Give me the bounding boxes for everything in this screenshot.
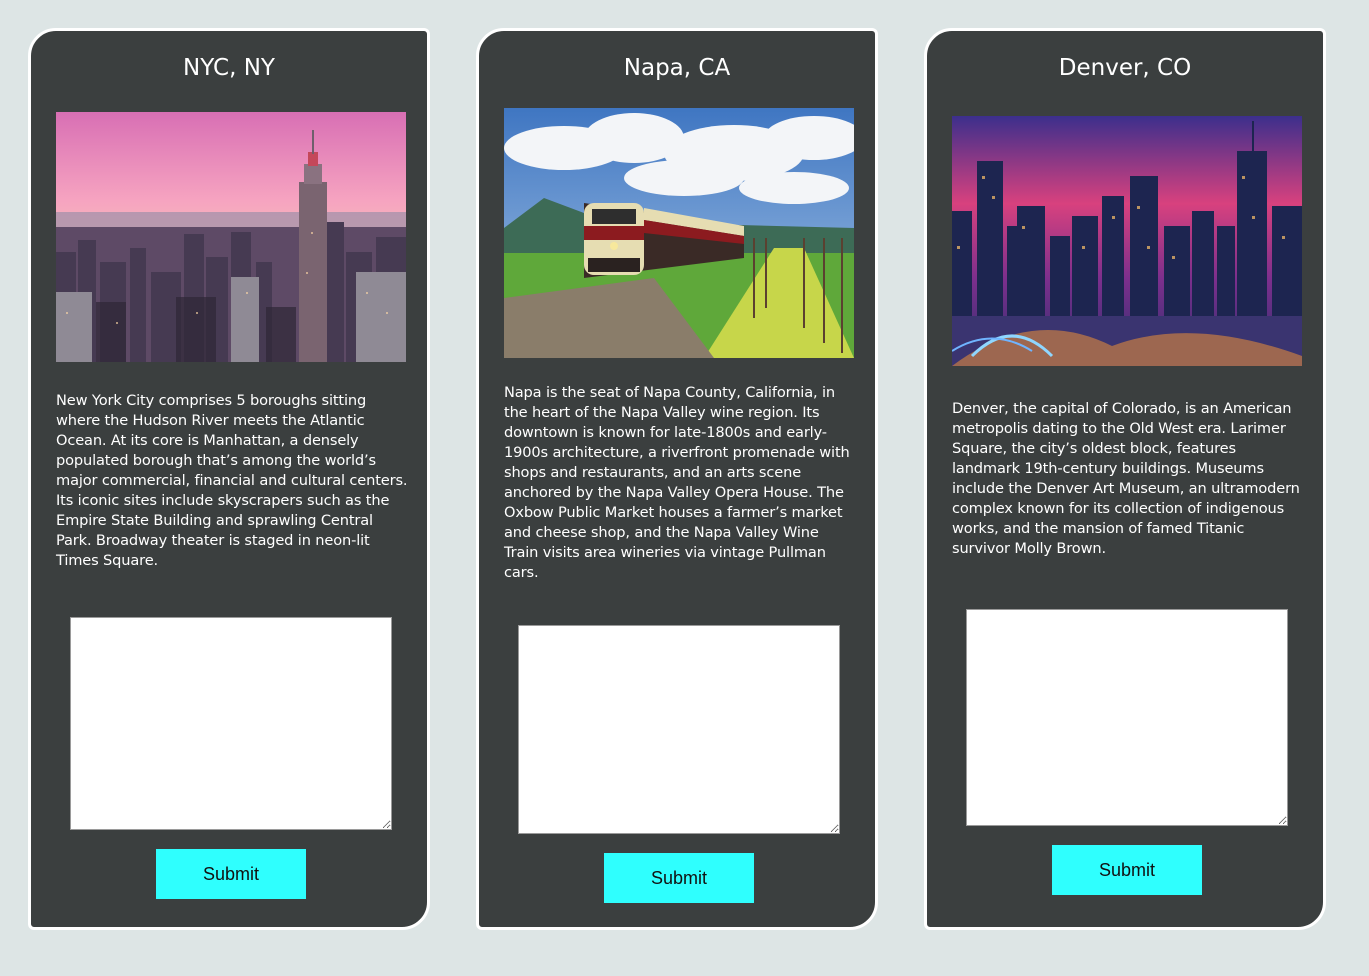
city-card-denver: Denver, CO Denver, the capital of Colora… (924, 28, 1326, 930)
submit-button[interactable]: Submit (156, 849, 306, 899)
nyc-skyline-photo (56, 112, 406, 362)
card-title: Denver, CO (1058, 55, 1192, 81)
comment-textarea[interactable] (966, 609, 1288, 826)
submit-button[interactable]: Submit (1052, 845, 1202, 895)
napa-wine-train-photo (504, 108, 854, 358)
card-title: NYC, NY (183, 55, 275, 81)
card-description: New York City comprises 5 boroughs sitti… (56, 392, 408, 569)
card-title: Napa, CA (623, 55, 731, 81)
submit-button[interactable]: Submit (604, 853, 754, 903)
comment-textarea[interactable] (70, 617, 392, 830)
denver-skyline-photo (952, 116, 1302, 366)
city-card-nyc: NYC, NY New York City comprises 5 boroug… (28, 28, 430, 930)
city-card-napa: Napa, CA Napa is the seat of Napa County… (476, 28, 878, 930)
card-description: Napa is the seat of Napa County, Califor… (504, 384, 850, 581)
comment-textarea[interactable] (518, 625, 840, 834)
card-description: Denver, the capital of Colorado, is an A… (952, 400, 1300, 557)
